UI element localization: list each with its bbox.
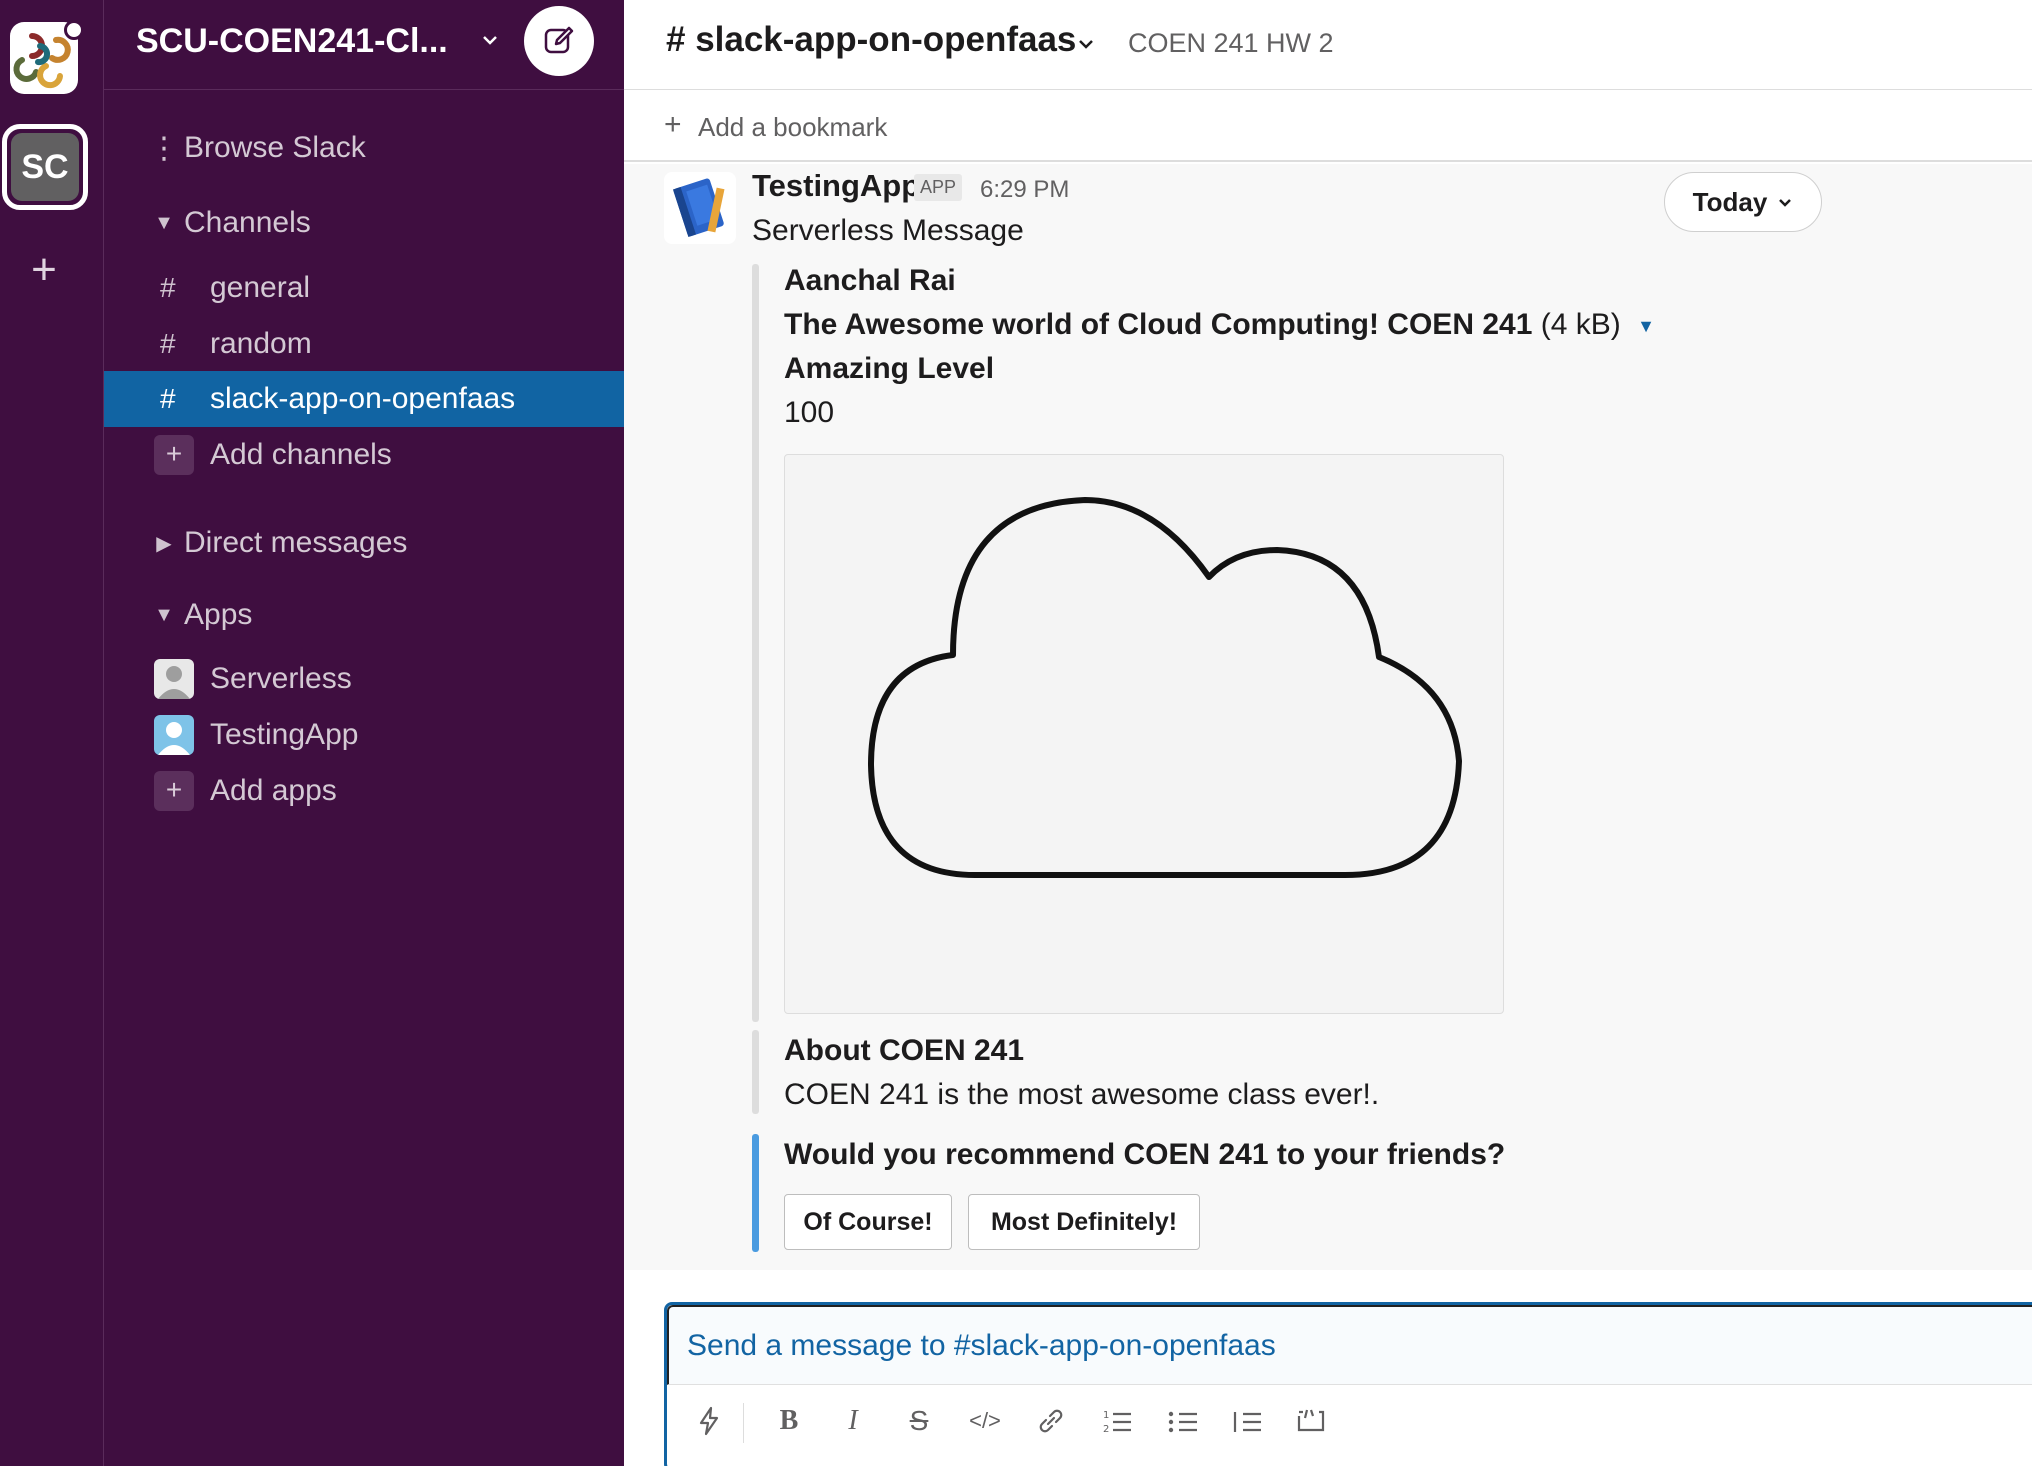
attachment-author: Aanchal Rai bbox=[784, 264, 956, 297]
bulleted-list-icon[interactable] bbox=[1161, 1401, 1205, 1441]
link-icon[interactable] bbox=[1029, 1401, 1073, 1441]
workspace-initials: SC bbox=[11, 133, 79, 201]
serverless-avatar bbox=[154, 659, 194, 699]
channel-header: # slack-app-on-openfaas COEN 241 HW 2 bbox=[624, 0, 2032, 90]
plus-icon: + bbox=[154, 435, 194, 475]
channel-name[interactable]: # slack-app-on-openfaas bbox=[666, 20, 1076, 60]
caret-right-icon: ▶ bbox=[156, 532, 172, 555]
about-text: COEN 241 is the most awesome class ever!… bbox=[784, 1078, 1380, 1111]
notification-dot bbox=[64, 20, 84, 40]
blockquote-icon[interactable] bbox=[1225, 1401, 1269, 1441]
caret-down-icon[interactable]: ▼ bbox=[1637, 316, 1655, 337]
workspace-rail: SC + bbox=[0, 0, 104, 1466]
of-course-button[interactable]: Of Course! bbox=[784, 1194, 952, 1250]
toolbar-separator bbox=[743, 1403, 744, 1443]
message-list: TestingApp APP 6:29 PM Today Serverless … bbox=[624, 164, 2032, 1270]
sidebar-item-browse-slack[interactable]: ⋮ Browse Slack bbox=[104, 120, 624, 176]
testingapp-avatar[interactable] bbox=[664, 172, 736, 244]
bold-icon[interactable]: B bbox=[767, 1401, 811, 1441]
main-pane: # slack-app-on-openfaas COEN 241 HW 2 + … bbox=[624, 0, 2032, 1466]
attachment-title-line: The Awesome world of Cloud Computing! CO… bbox=[784, 308, 1655, 342]
sidebar-item-add-apps[interactable]: + Add apps bbox=[104, 763, 624, 819]
hash-icon: # bbox=[160, 328, 176, 359]
chevron-down-icon[interactable] bbox=[480, 30, 500, 50]
shortcuts-bolt-icon[interactable] bbox=[687, 1401, 731, 1441]
testingapp-avatar bbox=[154, 715, 194, 755]
workspace-switcher-sc[interactable]: SC bbox=[2, 124, 88, 210]
chevron-down-icon[interactable] bbox=[1076, 34, 1096, 54]
message-composer: B I S </> 12 bbox=[664, 1302, 2032, 1466]
composer-area: B I S </> 12 bbox=[624, 1270, 2032, 1466]
compose-icon bbox=[544, 26, 574, 54]
question-title: Would you recommend COEN 241 to your fri… bbox=[784, 1138, 1506, 1171]
attachment-image[interactable] bbox=[784, 454, 1504, 1014]
message-timestamp[interactable]: 6:29 PM bbox=[980, 176, 1069, 204]
sidebar-section-channels[interactable]: ▼ Channels bbox=[104, 195, 624, 251]
svg-text:2: 2 bbox=[1103, 1424, 1109, 1435]
italic-icon[interactable]: I bbox=[831, 1401, 875, 1441]
notebook-icon bbox=[668, 176, 732, 240]
message-input[interactable] bbox=[667, 1305, 2032, 1385]
field-value: 100 bbox=[784, 396, 835, 429]
sidebar-item-slack-app-on-openfaas[interactable]: # slack-app-on-openfaas bbox=[104, 371, 624, 427]
code-icon[interactable]: </> bbox=[963, 1401, 1007, 1441]
bookmark-bar: + Add a bookmark bbox=[624, 90, 2032, 162]
sidebar-section-apps[interactable]: ▼ Apps bbox=[104, 587, 624, 643]
more-vertical-icon: ⋮ bbox=[149, 131, 179, 165]
add-workspace-icon[interactable]: + bbox=[24, 248, 64, 292]
sidebar-item-testingapp[interactable]: TestingApp bbox=[104, 707, 624, 763]
field-title: Amazing Level bbox=[784, 352, 995, 385]
cloud-icon bbox=[868, 497, 1462, 878]
attachment-bar-blue bbox=[752, 1134, 759, 1252]
caret-down-icon: ▼ bbox=[154, 603, 174, 626]
attachment-bar bbox=[752, 1030, 759, 1114]
about-title: About COEN 241 bbox=[784, 1034, 1025, 1067]
channel-sidebar: SCU-COEN241-Cl... ⋮ Browse Slack ▼ Chann… bbox=[104, 0, 624, 1466]
attachment-size: (4 kB) bbox=[1540, 308, 1621, 341]
ordered-list-icon[interactable]: 12 bbox=[1095, 1401, 1139, 1441]
hash-icon: # bbox=[160, 383, 176, 414]
plus-icon[interactable]: + bbox=[664, 108, 682, 142]
sidebar-header: SCU-COEN241-Cl... bbox=[104, 0, 624, 90]
add-bookmark-button[interactable]: Add a bookmark bbox=[698, 112, 887, 143]
compose-button[interactable] bbox=[524, 6, 594, 76]
date-divider-button[interactable]: Today bbox=[1664, 172, 1822, 232]
hash-icon: # bbox=[160, 272, 176, 303]
chevron-down-icon bbox=[1779, 199, 1792, 207]
attachment-title[interactable]: The Awesome world of Cloud Computing! CO… bbox=[784, 308, 1532, 341]
app-badge: APP bbox=[914, 174, 963, 201]
sidebar-item-add-channels[interactable]: + Add channels bbox=[104, 427, 624, 483]
formatting-toolbar: B I S </> 12 bbox=[667, 1389, 2032, 1449]
svg-text:1: 1 bbox=[1103, 1410, 1109, 1421]
attachment-bar bbox=[752, 264, 759, 1022]
sidebar-section-direct-messages[interactable]: ▶ Direct messages bbox=[104, 515, 624, 571]
caret-down-icon: ▼ bbox=[154, 211, 174, 234]
date-divider-label: Today bbox=[1692, 186, 1768, 217]
most-definitely-button[interactable]: Most Definitely! bbox=[968, 1194, 1200, 1250]
code-block-icon[interactable] bbox=[1289, 1401, 1333, 1441]
message-sender[interactable]: TestingApp bbox=[752, 168, 920, 204]
plus-icon: + bbox=[154, 771, 194, 811]
sidebar-item-random[interactable]: # random bbox=[104, 316, 624, 372]
user-avatar-icon bbox=[154, 659, 194, 699]
channel-topic[interactable]: COEN 241 HW 2 bbox=[1128, 28, 1334, 59]
workspace-name[interactable]: SCU-COEN241-Cl... bbox=[136, 22, 448, 61]
strikethrough-icon[interactable]: S bbox=[897, 1401, 941, 1441]
sidebar-item-general[interactable]: # general bbox=[104, 260, 624, 316]
message-text: Serverless Message bbox=[752, 214, 1024, 247]
sidebar-item-serverless[interactable]: Serverless bbox=[104, 651, 624, 707]
user-avatar-icon bbox=[154, 715, 194, 755]
